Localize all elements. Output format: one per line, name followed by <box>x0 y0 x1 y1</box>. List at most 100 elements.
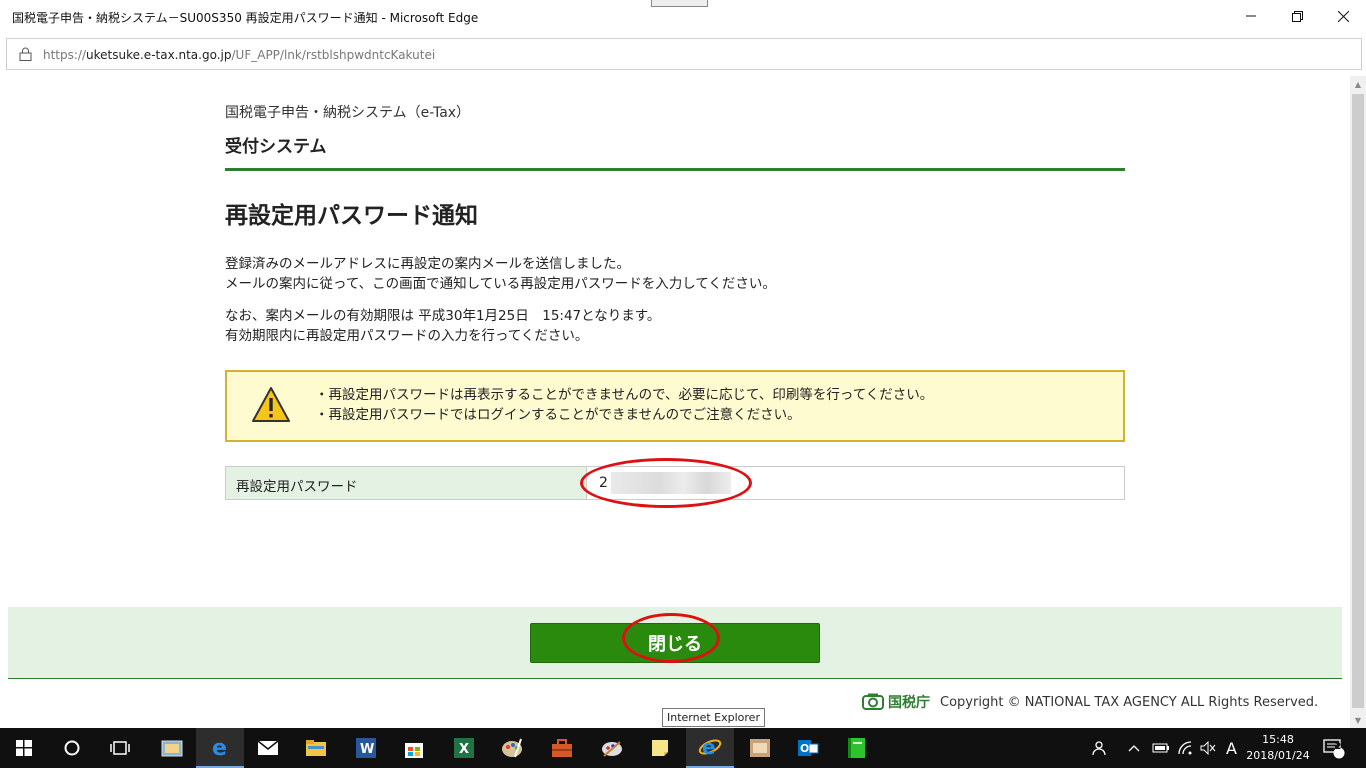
wifi-glyph-icon <box>1178 741 1192 755</box>
taskbar-app-toolbox[interactable] <box>538 728 586 768</box>
close-window-button[interactable] <box>1320 0 1366 32</box>
edge-icon: e <box>212 736 227 758</box>
password-annotation-circle <box>580 458 752 508</box>
store-icon <box>405 743 423 758</box>
clock-time: 15:48 <box>1262 733 1294 746</box>
close-icon <box>1337 10 1349 22</box>
window-titlebar: 国税電子申告・納税システム－SU00S350 再設定用パスワード通知 - Mic… <box>0 0 1366 32</box>
taskbar-app-word[interactable]: W <box>342 728 390 768</box>
action-center-button[interactable]: 2 <box>1322 728 1346 768</box>
minimize-icon <box>1246 15 1256 17</box>
windows-logo-icon <box>16 740 32 756</box>
warning-text: ・再設定用パスワードは再表示することができませんので、必要に応じて、印刷等を行っ… <box>315 385 933 425</box>
sticky-note-icon <box>652 740 668 756</box>
warning-box: ・再設定用パスワードは再表示することができませんので、必要に応じて、印刷等を行っ… <box>225 370 1125 442</box>
taskbar-app-excel[interactable]: X <box>440 728 488 768</box>
people-glyph-icon <box>1092 741 1106 756</box>
taskbar-clock[interactable]: 15:48 2018/01/24 <box>1244 732 1312 764</box>
window-title: 国税電子申告・納税システム－SU00S350 再設定用パスワード通知 - Mic… <box>12 11 479 25</box>
task-view-icon <box>110 741 130 755</box>
taskbar-app-internet-explorer[interactable]: e <box>686 728 734 768</box>
cortana-icon <box>64 740 80 756</box>
scroll-down-icon[interactable]: ▼ <box>1350 712 1366 728</box>
restore-icon <box>1291 10 1303 22</box>
address-bar[interactable]: https://uketsuke.e-tax.nta.go.jp/UF_APP/… <box>6 38 1362 70</box>
svg-text:e: e <box>212 736 227 758</box>
svg-text:O: O <box>800 742 809 755</box>
vertical-scrollbar[interactable]: ▲ ▼ <box>1350 76 1366 728</box>
toolbox-icon <box>552 739 572 757</box>
url-prefix: https:// <box>43 48 87 62</box>
svg-text:e: e <box>702 735 716 759</box>
footer-copyright: 国税庁 Copyright © NATIONAL TAX AGENCY ALL … <box>862 692 1318 712</box>
excel-icon: X <box>454 738 474 758</box>
file-viewer-icon <box>161 740 183 757</box>
system-name: 国税電子申告・納税システム（e-Tax） <box>225 105 471 121</box>
svg-text:X: X <box>459 742 469 757</box>
info-line: メールの案内に従って、この画面で通知している再設定用パスワードを入力してください… <box>225 276 776 292</box>
outlook-icon: O <box>798 740 819 756</box>
taskbar-app-paint[interactable] <box>488 728 536 768</box>
volume-icon[interactable] <box>1200 728 1216 768</box>
paint-brush-icon <box>602 741 622 757</box>
task-view-button[interactable] <box>96 728 144 768</box>
show-hidden-icons-icon[interactable] <box>1128 728 1140 768</box>
warning-line: ・再設定用パスワードは再表示することができませんので、必要に応じて、印刷等を行っ… <box>315 387 934 403</box>
taskbar-app-book[interactable] <box>832 728 880 768</box>
photo-icon <box>750 739 770 757</box>
battery-icon[interactable] <box>1152 728 1170 768</box>
url-text[interactable]: https://uketsuke.e-tax.nta.go.jp/UF_APP/… <box>43 48 435 62</box>
scroll-up-icon[interactable]: ▲ <box>1350 76 1366 92</box>
taskbar: e W X e O A 15:48 2018/01/24 2 <box>0 728 1366 768</box>
copyright-text: Copyright © NATIONAL TAX AGENCY ALL Righ… <box>940 694 1319 710</box>
expiry-line: なお、案内メールの有効期限は 平成30年1月25日 15:47となります。 <box>225 308 661 324</box>
battery-glyph-icon <box>1152 743 1169 753</box>
taskbar-app-file-explorer[interactable] <box>292 728 340 768</box>
url-path: /UF_APP/lnk/rstblshpwdntcKakutei <box>231 48 436 62</box>
ime-indicator[interactable]: A <box>1226 728 1237 768</box>
paint-palette-icon <box>502 738 522 758</box>
info-paragraph-2: なお、案内メールの有効期限は 平成30年1月25日 15:47となります。 有効… <box>225 306 660 346</box>
taskbar-app-paint-3d[interactable] <box>588 728 636 768</box>
mail-icon <box>257 740 279 755</box>
page-title: 再設定用パスワード通知 <box>225 203 478 229</box>
nta-logo-icon <box>862 693 884 710</box>
taskbar-app-explorer-tablet[interactable] <box>148 728 196 768</box>
url-host: uketsuke.e-tax.nta.go.jp <box>86 48 232 62</box>
info-paragraph-1: 登録済みのメールアドレスに再設定の案内メールを送信しました。 メールの案内に従っ… <box>225 254 776 294</box>
warning-line: ・再設定用パスワードではログインすることができませんのでご注意ください。 <box>315 407 801 423</box>
scrollbar-thumb[interactable] <box>1352 94 1364 708</box>
folder-icon <box>306 740 326 756</box>
password-label: 再設定用パスワード <box>226 467 587 499</box>
notification-icon <box>1323 739 1345 759</box>
header-divider <box>225 168 1125 171</box>
taskbar-app-outlook[interactable]: O <box>784 728 832 768</box>
word-icon: W <box>356 738 376 758</box>
warning-icon <box>252 387 290 422</box>
button-annotation-circle <box>622 613 720 663</box>
book-icon <box>848 738 865 758</box>
taskbar-app-sticky-notes[interactable] <box>636 728 684 768</box>
svg-text:W: W <box>360 742 374 757</box>
system-subtitle: 受付システム <box>225 137 327 157</box>
minimize-button[interactable] <box>1228 0 1274 32</box>
info-line: 登録済みのメールアドレスに再設定の案内メールを送信しました。 <box>225 256 630 272</box>
page-content: 国税電子申告・納税システム（e-Tax） 受付システム 再設定用パスワード通知 … <box>0 76 1350 728</box>
window-drag-handle[interactable] <box>651 0 708 7</box>
speaker-muted-icon <box>1200 741 1216 755</box>
agency-name: 国税庁 <box>888 695 930 711</box>
taskbar-app-mail[interactable] <box>244 728 292 768</box>
wifi-icon[interactable] <box>1178 728 1194 768</box>
taskbar-app-store[interactable] <box>390 728 438 768</box>
notification-count: 2 <box>1335 742 1342 752</box>
search-button[interactable] <box>48 728 96 768</box>
start-button[interactable] <box>0 728 48 768</box>
internet-explorer-icon: e <box>698 735 722 759</box>
taskbar-app-photo-viewer[interactable] <box>736 728 784 768</box>
lock-icon <box>19 47 32 61</box>
people-icon[interactable] <box>1092 728 1108 768</box>
chevron-up-icon <box>1128 745 1140 752</box>
taskbar-app-edge[interactable]: e <box>196 728 244 768</box>
info-line: 有効期限内に再設定用パスワードの入力を行ってください。 <box>225 328 589 344</box>
restore-button[interactable] <box>1274 0 1320 32</box>
